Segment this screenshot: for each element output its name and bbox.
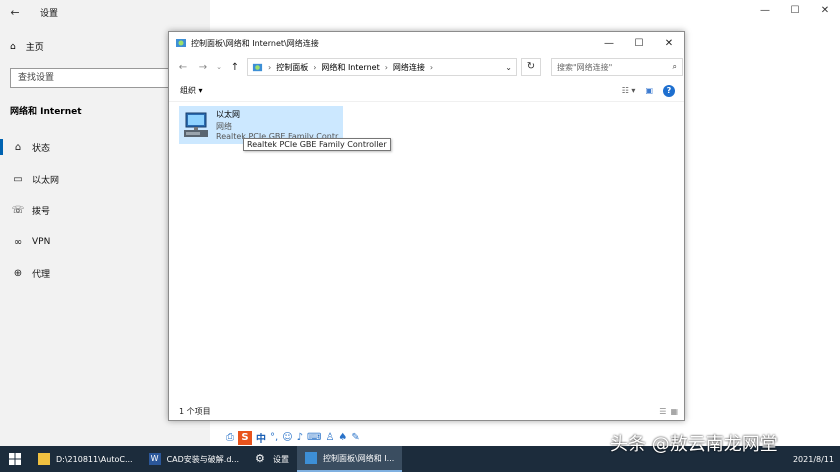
watermark: 头条 @敖云南龙网堂 [610, 434, 778, 455]
clock-date[interactable]: 2021/8/11 [793, 455, 834, 464]
settings-gear-icon: ⚙ [255, 452, 265, 465]
taskbar-item-label: CAD安装与破解.d... [166, 454, 240, 464]
keyboard-icon[interactable]: ⌨ [307, 432, 321, 443]
large-icons-view-icon[interactable]: ▦ [670, 407, 678, 416]
network-adapter-icon [184, 112, 208, 137]
settings-window-controls: — ☐ ✕ [750, 0, 840, 22]
address-row: ← → ⌄ ↑ › 控制面板 › 网络和 Internet › 网络连接 › ⌄… [169, 54, 684, 80]
vpn-icon: ∞ [13, 236, 23, 248]
close-button[interactable]: ✕ [654, 38, 684, 49]
control-panel-icon [176, 39, 186, 47]
taskbar-item-word[interactable]: W CAD安装与破解.d... [141, 446, 247, 472]
sogou-logo-icon[interactable]: S [238, 430, 252, 445]
punctuation-icon[interactable]: °, [270, 432, 278, 443]
breadcrumb-item[interactable]: 网络和 Internet [321, 62, 379, 73]
tooltip: Realtek PCIe GBE Family Controller [243, 138, 391, 151]
tools-icon[interactable]: ✎ [351, 432, 359, 443]
chevron-right-icon: › [313, 62, 317, 72]
sidebar-item-label: 拨号 [32, 206, 51, 217]
back-arrow-icon[interactable]: ← [0, 6, 30, 19]
input-mode-toggle[interactable]: 中 [256, 430, 266, 445]
help-icon[interactable]: ? [663, 84, 675, 97]
maximize-button[interactable]: ☐ [780, 0, 810, 22]
forward-arrow-icon[interactable]: → [195, 62, 211, 73]
search-icon: ⌕ [672, 62, 677, 71]
taskbar-item-settings[interactable]: ⚙ 设置 [247, 446, 297, 472]
minimize-button[interactable]: — [750, 0, 780, 22]
home-label: 主页 [25, 43, 44, 53]
address-bar[interactable]: › 控制面板 › 网络和 Internet › 网络连接 › ⌄ [247, 58, 517, 76]
sidebar-item-label: VPN [32, 237, 51, 247]
skin-icon[interactable]: ♠ [338, 432, 347, 443]
sidebar-item-label: 代理 [32, 269, 51, 280]
taskbar-item-control-panel[interactable]: 控制面板\网络和 I... [297, 446, 403, 472]
details-view-icon[interactable]: ☰ [659, 407, 666, 416]
view-options-icon[interactable]: ☷ ▾ [622, 86, 636, 95]
breadcrumb-item[interactable]: 网络连接 [393, 62, 425, 73]
up-arrow-icon[interactable]: ↑ [227, 62, 243, 73]
chevron-down-icon[interactable]: ⌄ [505, 63, 512, 72]
home-icon: ⌂ [10, 41, 16, 52]
minimize-button[interactable]: — [594, 38, 624, 49]
explorer-titlebar: 控制面板\网络和 Internet\网络连接 — ☐ ✕ [169, 32, 684, 54]
status-view-buttons: ☰ ▦ [659, 407, 678, 416]
system-tray: 2021/8/11 [793, 455, 840, 464]
start-button[interactable] [0, 446, 30, 472]
home-link[interactable]: ⌂ 主页 [10, 40, 44, 54]
sidebar-item-label: 状态 [32, 143, 51, 154]
taskbar-item-label: 控制面板\网络和 I... [323, 453, 395, 463]
control-panel-icon [252, 63, 263, 71]
explorer-window: 控制面板\网络和 Internet\网络连接 — ☐ ✕ ← → ⌄ ↑ › 控… [168, 31, 685, 421]
control-panel-icon [305, 452, 318, 464]
taskbar-item-label: 设置 [273, 454, 290, 464]
back-arrow-icon[interactable]: ← [175, 62, 191, 73]
ethernet-icon: ▭ [13, 173, 23, 185]
sidebar-item-label: 以太网 [32, 175, 60, 186]
microphone-icon[interactable]: ♪ [297, 432, 303, 443]
chevron-right-icon: › [429, 62, 434, 72]
folder-icon [38, 453, 50, 465]
proxy-icon: ⊕ [13, 267, 23, 279]
taskbar-item-explorer[interactable]: D:\210811\AutoC... [30, 446, 141, 472]
word-icon: W [148, 453, 161, 465]
command-bar: 组织 ▾ ☷ ▾ ▣ ? [169, 80, 684, 102]
taskbar-item-label: D:\210811\AutoC... [56, 454, 133, 464]
settings-titlebar: ← 设置 [0, 0, 210, 24]
organize-button[interactable]: 组织 ▾ [180, 85, 203, 96]
preview-pane-icon[interactable]: ▣ [645, 86, 653, 95]
status-icon: ⌂ [14, 141, 22, 153]
printer-icon[interactable]: ⎙ [226, 432, 234, 443]
refresh-button[interactable]: ↻ [521, 58, 541, 76]
recent-dropdown-icon[interactable]: ⌄ [215, 63, 223, 71]
search-input[interactable]: 搜索"网络连接" ⌕ [551, 58, 683, 76]
close-button[interactable]: ✕ [810, 0, 840, 22]
chevron-right-icon: › [384, 62, 388, 72]
status-bar-count: 1 个项目 [179, 407, 211, 416]
connection-name: 以太网 [216, 110, 240, 119]
user-icon[interactable]: ♙ [325, 432, 334, 443]
explorer-title: 控制面板\网络和 Internet\网络连接 [191, 38, 319, 48]
emoji-icon[interactable]: ☺ [282, 432, 292, 443]
connection-status: 网络 [216, 122, 232, 131]
dialup-icon: ☏ [11, 204, 25, 216]
ime-toolbar: ⎙ S 中 °, ☺ ♪ ⌨ ♙ ♠ ✎ [226, 430, 360, 445]
maximize-button[interactable]: ☐ [624, 38, 654, 49]
chevron-right-icon: › [268, 62, 272, 72]
breadcrumb-item[interactable]: 控制面板 [276, 62, 308, 73]
section-heading: 网络和 Internet [10, 107, 82, 117]
selected-indicator [0, 139, 3, 155]
settings-title: 设置 [40, 8, 59, 19]
windows-logo-icon [9, 453, 21, 465]
search-placeholder: 搜索"网络连接" [557, 62, 613, 72]
